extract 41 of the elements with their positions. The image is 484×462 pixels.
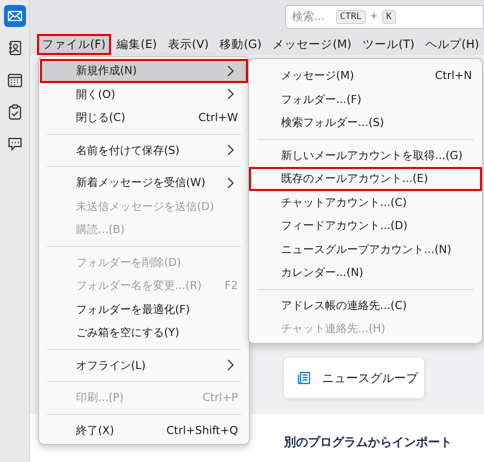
menu-title[interactable]: 編集(E) bbox=[112, 34, 162, 54]
key-hint: CTRL bbox=[336, 10, 366, 24]
menu-item[interactable]: オフライン(L) bbox=[40, 354, 248, 377]
menu-title[interactable]: ファイル(F) bbox=[37, 34, 111, 54]
menu-title[interactable]: 表示(V) bbox=[162, 34, 214, 54]
key-hint: K bbox=[382, 10, 396, 24]
menu-item[interactable]: 新しいメールアカウントを取得...(G) bbox=[249, 144, 482, 167]
menu-item[interactable]: 検索フォルダー...(S) bbox=[249, 111, 482, 134]
menu-item[interactable]: アドレス帳の連絡先...(C) bbox=[249, 294, 482, 317]
mail-button[interactable] bbox=[4, 5, 26, 27]
plus-sign: + bbox=[370, 11, 378, 22]
mail-icon bbox=[6, 8, 22, 24]
menu-title[interactable]: ツール(T) bbox=[357, 34, 420, 54]
card-label: ニュースグループ bbox=[322, 370, 418, 386]
menu-item[interactable]: カレンダー...(N) bbox=[249, 261, 482, 284]
search-input[interactable]: 検索... bbox=[292, 10, 332, 23]
address-book-icon bbox=[6, 40, 22, 56]
menu-item[interactable]: フォルダー...(F) bbox=[249, 88, 482, 111]
newsgroup-card[interactable]: ニュースグループ bbox=[284, 358, 424, 398]
menu-item[interactable]: メッセージ(M) Ctrl+N bbox=[249, 64, 482, 88]
section-heading: 別のプログラムからインポート bbox=[284, 434, 453, 451]
menu-item[interactable]: 開く(O) bbox=[40, 82, 248, 106]
search-bar[interactable]: 検索... CTRL + K bbox=[285, 4, 484, 28]
menu-item[interactable]: 名前を付けて保存(S) bbox=[40, 138, 248, 162]
menu-item[interactable]: 新規作成(N) bbox=[40, 59, 248, 82]
menu-item[interactable]: チャットアカウント...(C) bbox=[249, 190, 482, 214]
menu-item[interactable]: 終了(X) Ctrl+Shift+Q bbox=[40, 418, 248, 442]
menu-title[interactable]: ヘルプ(H) bbox=[420, 34, 484, 54]
menu-title[interactable]: 移動(G) bbox=[214, 34, 267, 54]
menu-item[interactable]: フィードアカウント...(D) bbox=[249, 214, 482, 238]
menu-item[interactable]: フォルダーを最適化(F) bbox=[40, 298, 248, 321]
newspaper-icon bbox=[296, 370, 312, 386]
clipboard-icon bbox=[6, 104, 22, 120]
menu-item[interactable]: 既存のメールアカウント...(E) bbox=[249, 167, 482, 190]
menu-item[interactable]: ごみ箱を空にする(Y) bbox=[40, 321, 248, 344]
calendar-icon bbox=[6, 72, 22, 88]
menu-title[interactable]: メッセージ(M) bbox=[268, 34, 356, 54]
menu-item[interactable]: ニュースグループアカウント...(N) bbox=[249, 238, 482, 261]
chat-bubble-icon bbox=[6, 136, 22, 152]
menu-item[interactable]: 新着メッセージを受信(W) bbox=[40, 171, 248, 194]
menu-item[interactable]: 閉じる(C) Ctrl+W bbox=[40, 106, 248, 130]
